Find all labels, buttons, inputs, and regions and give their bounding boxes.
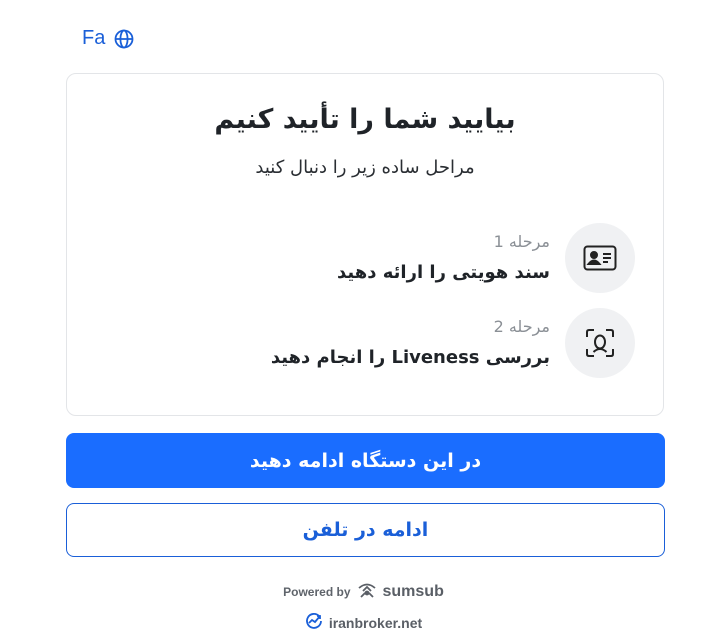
- powered-by: Powered by sumsub: [0, 582, 727, 602]
- powered-by-label: Powered by: [283, 585, 351, 599]
- sumsub-logo-icon: [357, 582, 377, 602]
- step-item-1: مرحله 1 سند هویتی را ارائه دهید: [95, 223, 635, 293]
- site-logo-icon: [305, 612, 323, 634]
- continue-on-phone-button[interactable]: ادامه در تلفن: [66, 503, 665, 557]
- step-number: مرحله 2: [493, 317, 550, 336]
- id-card-icon: [565, 223, 635, 293]
- step-number: مرحله 1: [493, 232, 550, 251]
- step-item-2: مرحله 2 بررسی Liveness را انجام دهید: [95, 308, 635, 378]
- site-link[interactable]: iranbroker.net: [0, 612, 727, 634]
- page-subtitle: مراحل ساده زیر را دنبال کنید: [255, 157, 475, 178]
- face-scan-icon: [565, 308, 635, 378]
- continue-on-device-button[interactable]: در این دستگاه ادامه دهید: [66, 433, 665, 488]
- site-name: iranbroker.net: [328, 615, 423, 631]
- globe-icon: [113, 28, 135, 50]
- language-selector[interactable]: Fa: [82, 27, 135, 50]
- language-label: Fa: [82, 27, 106, 49]
- verification-card: بیایید شما را تأیید کنیم مراحل ساده زیر …: [66, 73, 664, 416]
- page-title: بیایید شما را تأیید کنیم: [214, 104, 516, 135]
- step-label: سند هویتی را ارائه دهید: [337, 262, 550, 283]
- step-label: بررسی Liveness را انجام دهید: [270, 347, 550, 368]
- brand-name: sumsub: [382, 583, 444, 600]
